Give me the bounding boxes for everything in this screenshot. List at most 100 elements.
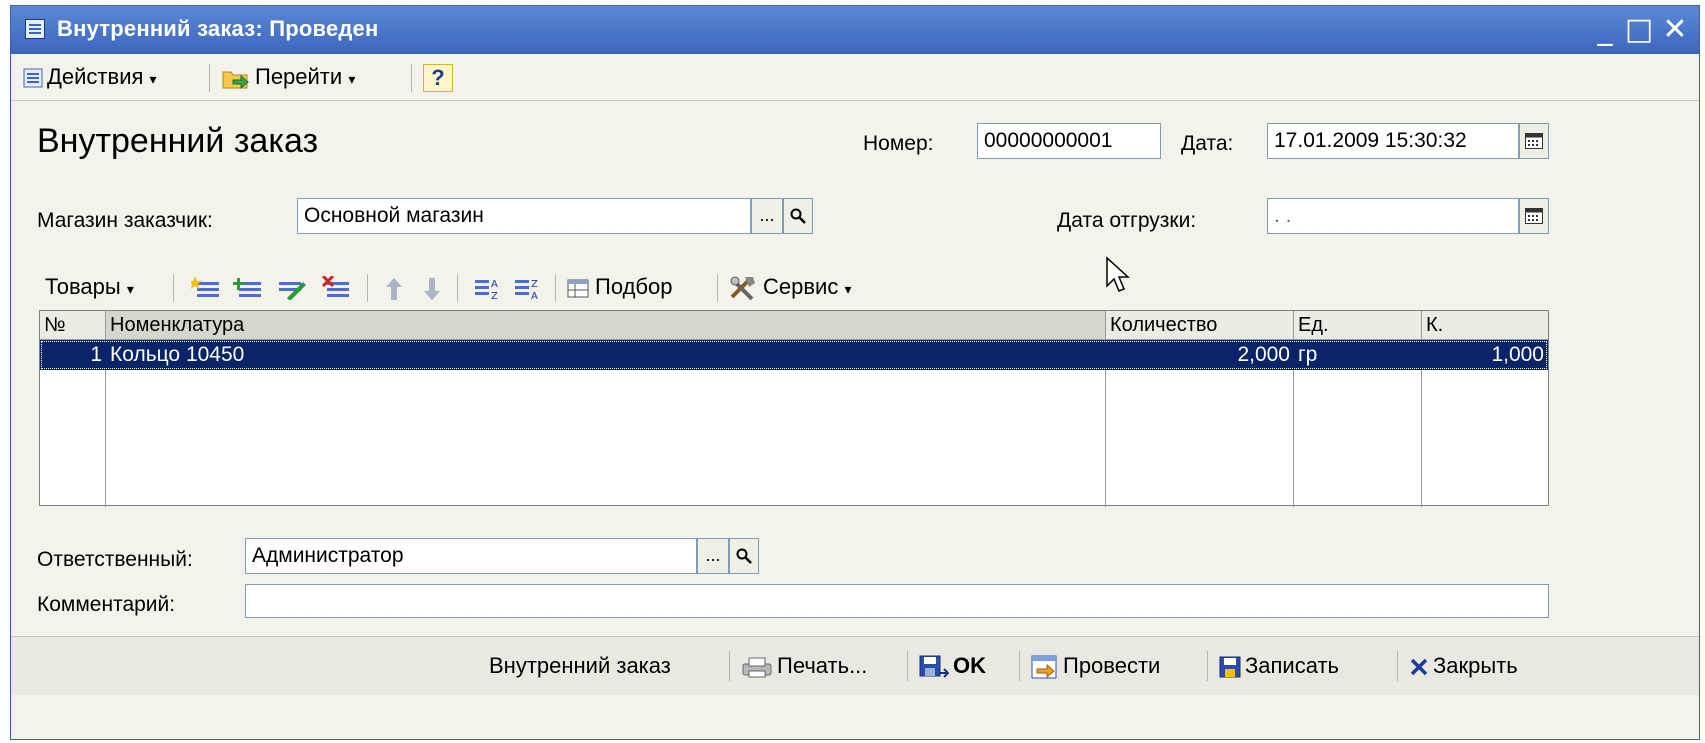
number-field[interactable]: 00000000001 bbox=[977, 123, 1161, 159]
service-label: Сервис bbox=[763, 274, 839, 299]
cell-item: Кольцо 10450 bbox=[110, 343, 245, 366]
toolbar-divider bbox=[555, 274, 556, 302]
svg-text:A: A bbox=[491, 279, 498, 290]
move-up-icon[interactable] bbox=[383, 276, 405, 302]
store-open-button[interactable] bbox=[783, 198, 813, 234]
column-header-unit[interactable]: Ед. bbox=[1294, 311, 1422, 339]
print-button[interactable]: Печать... bbox=[741, 649, 867, 683]
sort-ascending-icon[interactable]: AZ bbox=[473, 276, 503, 302]
close-window-button[interactable]: ✕ bbox=[1659, 14, 1691, 46]
svg-text:A: A bbox=[531, 291, 538, 302]
command-bar: Внутренний заказ Печать... OK Провести З… bbox=[11, 636, 1699, 695]
folder-arrow-icon bbox=[222, 71, 249, 90]
cell-quantity: 2,000 bbox=[1237, 343, 1290, 366]
form-icon bbox=[23, 68, 43, 88]
ship-calendar-button[interactable] bbox=[1519, 198, 1549, 234]
comment-field[interactable] bbox=[245, 584, 1549, 618]
document-menu-button[interactable]: Внутренний заказ bbox=[489, 649, 671, 683]
svg-text:Z: Z bbox=[531, 279, 538, 290]
store-select-button[interactable]: ... bbox=[751, 198, 783, 234]
toolbar-divider bbox=[457, 274, 458, 302]
calendar-button[interactable] bbox=[1519, 123, 1549, 159]
column-divider bbox=[1421, 370, 1422, 507]
column-header-k[interactable]: К. bbox=[1422, 311, 1548, 339]
tools-icon bbox=[730, 276, 755, 301]
window-title: Внутренний заказ: Проведен bbox=[57, 16, 379, 41]
printer-icon bbox=[742, 657, 772, 678]
actions-menu-button[interactable]: Действия ▾ bbox=[23, 62, 157, 92]
goods-table[interactable]: № Номенклатура Количество Ед. К. 1 Кольц… bbox=[39, 310, 1549, 507]
save-ok-icon bbox=[919, 655, 949, 678]
magnifier-icon bbox=[790, 208, 806, 224]
dropdown-arrow-icon: ▾ bbox=[126, 281, 134, 297]
svg-text:Z: Z bbox=[491, 291, 498, 302]
close-label: Закрыть bbox=[1433, 653, 1518, 678]
calendar-icon bbox=[1525, 133, 1543, 149]
goods-label: Товары bbox=[45, 274, 121, 299]
goto-label: Перейти bbox=[255, 64, 343, 89]
magnifier-icon bbox=[736, 548, 752, 564]
form-icon bbox=[25, 19, 45, 39]
post-label: Провести bbox=[1063, 653, 1161, 678]
edit-row-icon[interactable] bbox=[277, 276, 307, 300]
ok-button[interactable]: OK bbox=[919, 649, 986, 683]
minimize-button[interactable]: _ bbox=[1589, 14, 1621, 46]
floppy-disk-icon bbox=[1219, 656, 1241, 678]
toolbar-divider bbox=[1397, 651, 1398, 681]
dropdown-arrow-icon: ▾ bbox=[348, 71, 356, 87]
mouse-cursor-icon bbox=[1106, 256, 1130, 292]
toolbar-divider bbox=[173, 274, 174, 302]
toolbar-divider bbox=[907, 651, 908, 681]
move-down-icon[interactable] bbox=[421, 276, 443, 302]
help-button[interactable]: ? bbox=[423, 64, 453, 92]
service-menu-button[interactable]: Сервис ▾ bbox=[729, 272, 852, 302]
column-divider bbox=[1293, 370, 1294, 507]
toolbar-divider bbox=[1019, 651, 1020, 681]
comment-label: Комментарий: bbox=[37, 593, 176, 616]
cell-unit: гр bbox=[1298, 343, 1318, 366]
document-window: Внутренний заказ: Проведен _ □ ✕ Действи… bbox=[10, 5, 1700, 740]
responsible-field[interactable]: Администратор bbox=[245, 538, 697, 574]
ok-label: OK bbox=[953, 653, 986, 678]
save-label: Записать bbox=[1245, 653, 1340, 678]
responsible-label: Ответственный: bbox=[37, 548, 193, 571]
selection-label: Подбор bbox=[595, 274, 673, 299]
post-document-icon bbox=[1031, 655, 1057, 679]
add-row-icon[interactable] bbox=[191, 276, 221, 300]
page-title: Внутренний заказ bbox=[37, 122, 319, 160]
ship-date-field[interactable]: . . bbox=[1267, 198, 1519, 234]
column-header-item[interactable]: Номенклатура bbox=[106, 311, 1106, 339]
ship-date-label: Дата отгрузки: bbox=[1057, 209, 1197, 232]
goods-menu-button[interactable]: Товары ▾ bbox=[45, 272, 134, 302]
copy-row-icon[interactable] bbox=[233, 276, 263, 300]
store-field[interactable]: Основной магазин bbox=[297, 198, 751, 234]
calendar-icon bbox=[1525, 208, 1543, 224]
selection-button[interactable]: Подбор bbox=[567, 272, 672, 302]
date-field[interactable]: 17.01.2009 15:30:32 bbox=[1267, 123, 1519, 159]
sort-descending-icon[interactable]: ZA bbox=[513, 276, 543, 302]
goto-menu-button[interactable]: Перейти ▾ bbox=[221, 62, 355, 92]
print-label: Печать... bbox=[777, 653, 868, 678]
toolbar-divider bbox=[717, 274, 718, 302]
save-button[interactable]: Записать bbox=[1219, 649, 1339, 683]
dropdown-arrow-icon: ▾ bbox=[149, 71, 157, 87]
title-bar[interactable]: Внутренний заказ: Проведен _ □ ✕ bbox=[11, 6, 1699, 54]
cell-k: 1,000 bbox=[1491, 343, 1544, 366]
table-header: № Номенклатура Количество Ед. К. bbox=[40, 311, 1548, 340]
responsible-select-button[interactable]: ... bbox=[697, 538, 729, 574]
toolbar-divider bbox=[411, 64, 412, 92]
maximize-button[interactable]: □ bbox=[1623, 14, 1655, 46]
post-button[interactable]: Провести bbox=[1031, 649, 1160, 683]
table-row[interactable]: 1 Кольцо 10450 2,000 гр 1,000 bbox=[40, 340, 1548, 370]
column-divider bbox=[1105, 370, 1106, 507]
responsible-open-button[interactable] bbox=[729, 538, 759, 574]
close-icon bbox=[1410, 658, 1428, 676]
table-select-icon bbox=[567, 279, 589, 298]
cell-number: 1 bbox=[90, 343, 102, 366]
column-header-number[interactable]: № bbox=[40, 311, 106, 339]
main-toolbar: Действия ▾ Перейти ▾ ? bbox=[11, 56, 1699, 101]
date-label: Дата: bbox=[1181, 132, 1234, 155]
column-header-quantity[interactable]: Количество bbox=[1106, 311, 1294, 339]
close-button[interactable]: Закрыть bbox=[1409, 649, 1518, 683]
delete-row-icon[interactable] bbox=[321, 276, 351, 300]
